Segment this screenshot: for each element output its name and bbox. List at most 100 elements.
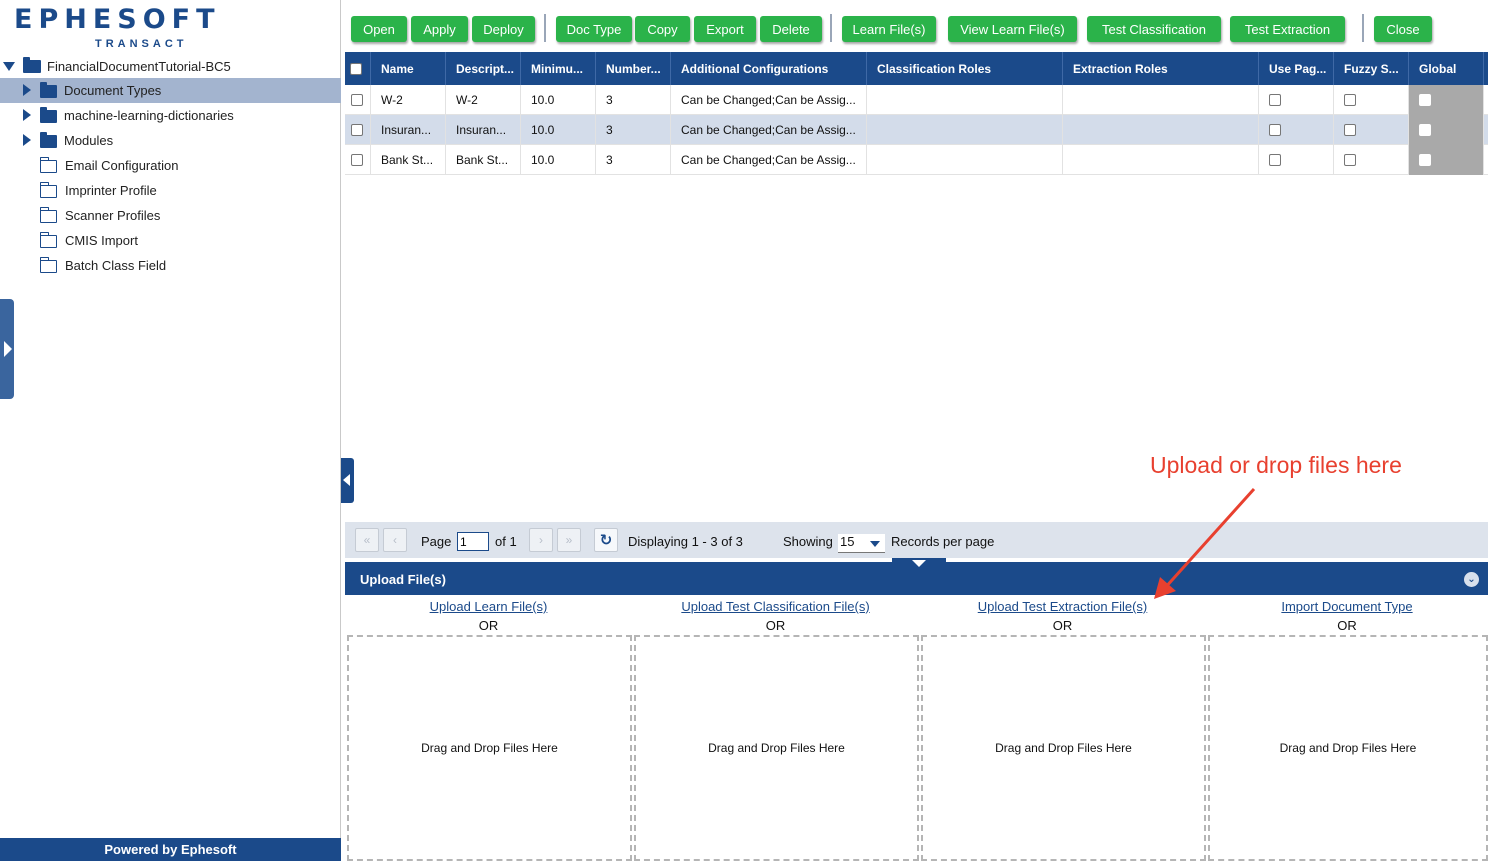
fuzzy-search-checkbox[interactable] (1344, 124, 1356, 136)
collapse-tree-button[interactable] (341, 458, 354, 503)
tree-item-document-types[interactable]: Document Types (0, 78, 341, 103)
expand-down-icon[interactable] (3, 62, 15, 71)
refresh-icon[interactable]: ↻ (594, 528, 618, 552)
select-all-checkbox[interactable] (350, 62, 362, 75)
records-per-page-select[interactable]: 15 (838, 534, 885, 553)
cell-name: Bank St... (371, 145, 446, 175)
previous-page-button[interactable]: ‹ (383, 528, 407, 552)
powered-by-footer: Powered by Ephesoft (0, 838, 341, 861)
apply-button[interactable]: Apply (411, 16, 468, 42)
drop-zone[interactable]: Drag and Drop Files Here (921, 635, 1206, 861)
upload-test-classification-files-link[interactable]: Upload Test Classification File(s) (632, 599, 919, 614)
tree-item-scanner-profiles[interactable]: Scanner Profiles (0, 203, 341, 228)
expand-sidebar-button[interactable] (0, 299, 14, 399)
tree-item-label: Email Configuration (65, 158, 179, 173)
delete-button[interactable]: Delete (760, 16, 822, 42)
cell-fuzzy-search (1334, 145, 1409, 175)
learn-files-button[interactable]: Learn File(s) (842, 16, 936, 42)
tree-item-email-configuration[interactable]: Email Configuration (0, 153, 341, 178)
fuzzy-search-checkbox[interactable] (1344, 94, 1356, 106)
deploy-button[interactable]: Deploy (472, 16, 535, 42)
cell-extraction-roles (1063, 115, 1259, 145)
cell-extraction-roles (1063, 145, 1259, 175)
cell-number: 3 (596, 85, 671, 115)
row-select-cell[interactable] (345, 85, 371, 115)
global-checkbox (1419, 124, 1431, 136)
export-button[interactable]: Export (694, 16, 756, 42)
column-header-number[interactable]: Number... (596, 52, 671, 85)
drop-zone[interactable]: Drag and Drop Files Here (1208, 635, 1488, 861)
tree-root-label: FinancialDocumentTutorial-BC5 (47, 59, 231, 74)
first-page-button[interactable]: « (355, 528, 379, 552)
table-row[interactable]: W-2 W-2 10.0 3 Can be Changed;Can be Ass… (345, 85, 1488, 115)
next-page-button[interactable]: › (529, 528, 553, 552)
grid-header: Name Descript... Minimu... Number... Add… (345, 52, 1488, 85)
open-button[interactable]: Open (351, 16, 407, 42)
collapse-panel-icon[interactable]: ⌄ (1464, 572, 1479, 587)
column-header-global[interactable]: Global (1409, 52, 1484, 85)
doc-type-button[interactable]: Doc Type (556, 16, 632, 42)
view-learn-files-button[interactable]: View Learn File(s) (948, 16, 1077, 42)
upload-panel-title: Upload File(s) (360, 572, 446, 587)
cell-fuzzy-search (1334, 115, 1409, 145)
row-checkbox[interactable] (351, 94, 363, 106)
or-label: OR (765, 618, 786, 633)
upload-column-test-extraction: Upload Test Extraction File(s) OR Drag a… (919, 595, 1206, 861)
cell-description: Insuran... (446, 115, 521, 145)
drop-zone[interactable]: Drag and Drop Files Here (634, 635, 919, 861)
last-page-button[interactable]: » (557, 528, 581, 552)
fuzzy-search-checkbox[interactable] (1344, 154, 1356, 166)
cell-use-page (1259, 115, 1334, 145)
tree-root[interactable]: FinancialDocumentTutorial-BC5 (0, 54, 341, 79)
tree-item-batch-class-field[interactable]: Batch Class Field (0, 253, 341, 278)
row-select-cell[interactable] (345, 115, 371, 145)
cell-classification-roles (867, 145, 1063, 175)
column-header-description[interactable]: Descript... (446, 52, 521, 85)
cell-minimum: 10.0 (521, 115, 596, 145)
close-button[interactable]: Close (1374, 16, 1432, 42)
panel-toggle-tab[interactable] (892, 558, 946, 568)
row-checkbox[interactable] (351, 154, 363, 166)
cell-global (1409, 145, 1484, 175)
table-row[interactable]: Bank St... Bank St... 10.0 3 Can be Chan… (345, 145, 1488, 175)
toolbar-separator (544, 14, 546, 42)
left-panel: EPHESOFT TRANSACT FinancialDocumentTutor… (0, 0, 341, 861)
cell-description: Bank St... (446, 145, 521, 175)
tree-item-label: CMIS Import (65, 233, 138, 248)
or-label: OR (1337, 618, 1357, 633)
tree-item-imprinter-profile[interactable]: Imprinter Profile (0, 178, 341, 203)
column-header-fuzzy-search[interactable]: Fuzzy S... (1334, 52, 1409, 85)
cell-global (1409, 85, 1484, 115)
tree-item-cmis-import[interactable]: CMIS Import (0, 228, 341, 253)
expand-right-icon[interactable] (23, 109, 31, 121)
expand-right-icon[interactable] (23, 84, 31, 96)
column-header-use-page[interactable]: Use Pag... (1259, 52, 1334, 85)
cell-minimum: 10.0 (521, 85, 596, 115)
test-extraction-button[interactable]: Test Extraction (1230, 16, 1345, 42)
expand-right-icon[interactable] (23, 134, 31, 146)
row-checkbox[interactable] (351, 124, 363, 136)
column-header-name[interactable]: Name (371, 52, 446, 85)
column-header-classification-roles[interactable]: Classification Roles (867, 52, 1063, 85)
cell-classification-roles (867, 85, 1063, 115)
folder-outline-icon (39, 257, 57, 273)
upload-learn-files-link[interactable]: Upload Learn File(s) (345, 599, 632, 614)
use-page-checkbox[interactable] (1269, 154, 1281, 166)
page-label: Page (421, 534, 452, 549)
copy-button[interactable]: Copy (635, 16, 690, 42)
row-select-cell[interactable] (345, 145, 371, 175)
column-header-extraction-roles[interactable]: Extraction Roles (1063, 52, 1259, 85)
use-page-checkbox[interactable] (1269, 124, 1281, 136)
test-classification-button[interactable]: Test Classification (1087, 16, 1221, 42)
cell-name: Insuran... (371, 115, 446, 145)
select-all-checkbox-cell[interactable] (345, 52, 371, 85)
drop-zone[interactable]: Drag and Drop Files Here (347, 635, 632, 861)
column-header-minimum[interactable]: Minimu... (521, 52, 596, 85)
table-row[interactable]: Insuran... Insuran... 10.0 3 Can be Chan… (345, 115, 1488, 145)
use-page-checkbox[interactable] (1269, 94, 1281, 106)
tree-item-modules[interactable]: Modules (0, 128, 341, 153)
cell-fuzzy-search (1334, 85, 1409, 115)
column-header-additional-configurations[interactable]: Additional Configurations (671, 52, 867, 85)
tree-item-machine-learning-dictionaries[interactable]: machine-learning-dictionaries (0, 103, 341, 128)
page-number-input[interactable] (457, 532, 489, 551)
